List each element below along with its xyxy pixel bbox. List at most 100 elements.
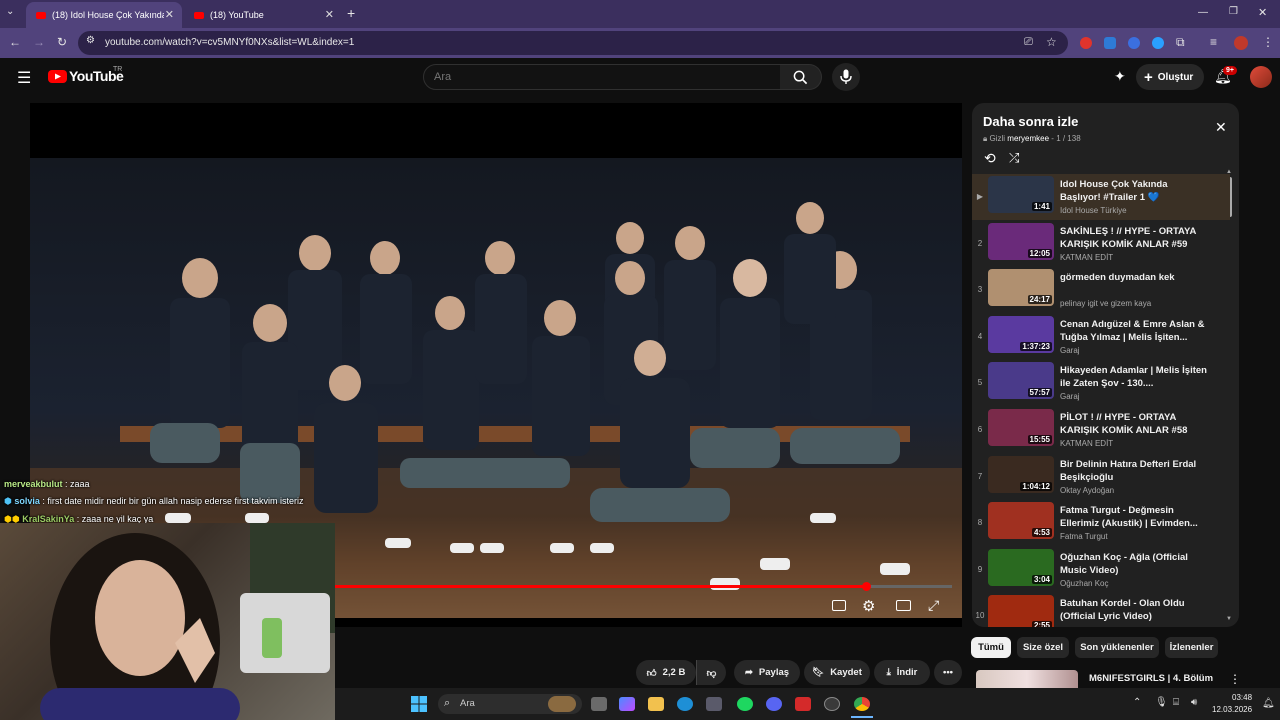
share-button[interactable]: ➦ Paylaş [734, 660, 800, 685]
extension-icon[interactable] [1128, 37, 1140, 49]
progress-scrubber[interactable] [861, 582, 871, 591]
playlist-item[interactable]: 8 4:53 Fatma Turgut - Değmesin Ellerimiz (… [972, 500, 1230, 546]
minimize-icon[interactable]: — [1198, 7, 1208, 18]
search-button[interactable] [780, 64, 822, 90]
store-icon[interactable] [706, 697, 722, 711]
playlist-title[interactable]: Daha sonra izle [983, 114, 1078, 129]
chip-for-you[interactable]: Size özel [1017, 637, 1069, 658]
search-box[interactable] [423, 64, 781, 90]
loop-icon[interactable]: ⟲ [984, 150, 996, 167]
notification-center-icon[interactable]: 🔔︎ [1262, 698, 1275, 709]
file-explorer-icon[interactable] [648, 697, 664, 711]
playlist-item-thumbnail[interactable]: 2:55 [988, 595, 1054, 627]
tab-idol-house[interactable]: (18) Idol House Çok Yakında Ba ✕ [26, 2, 182, 28]
playlist-item-channel[interactable]: Garaj [1060, 346, 1080, 355]
back-icon[interactable]: ← [9, 35, 21, 49]
playlist-item-thumbnail[interactable]: 12:05 [988, 222, 1054, 260]
clock-date[interactable]: 12.03.2026 [1212, 705, 1252, 714]
close-playlist-icon[interactable]: ✕ [1215, 119, 1227, 136]
playlist-item-thumbnail[interactable]: 1:37:23 [988, 315, 1054, 353]
recommendation-menu-icon[interactable]: ⋮ [1229, 672, 1241, 686]
close-tab-icon[interactable]: ✕ [165, 8, 174, 21]
playlist-item-thumbnail[interactable]: 15:55 [988, 409, 1054, 446]
shuffle-icon[interactable]: ⤮ [1009, 150, 1019, 166]
playlist-item-channel[interactable]: Oktay Aydoğan [1060, 486, 1114, 495]
playlist-item-title[interactable]: Hikayeden Adamlar | Melis İşiten ile Zat… [1060, 364, 1210, 390]
youtube-logo-icon[interactable] [48, 70, 67, 83]
reload-icon[interactable]: ↻ [57, 35, 67, 49]
obs-icon[interactable] [824, 697, 840, 711]
miniplayer-icon[interactable] [896, 600, 911, 611]
hamburger-menu-icon[interactable]: ☰ [17, 68, 31, 88]
playlist-item[interactable]: 2 12:05 SAKİNLEŞ ! // HYPE - ORTAYA KARIŞI… [972, 221, 1230, 267]
volume-icon[interactable]: 🔊︎ [1191, 697, 1197, 708]
dislike-button[interactable]: 👎︎ [696, 660, 726, 685]
playlist-item[interactable]: ▶ 1:41 Idol House Çok Yakında Başlıyor! #T… [972, 174, 1230, 220]
taskbar-search[interactable]: ⌕ Ara [438, 694, 582, 714]
copilot-icon[interactable] [619, 697, 635, 711]
network-icon[interactable]: ⌸ [1173, 697, 1179, 708]
site-info-icon[interactable]: ⚙ [86, 35, 95, 46]
save-button[interactable]: 🔖︎ Kaydet [804, 660, 870, 685]
subtitles-icon[interactable] [832, 600, 846, 611]
playlist-item-title[interactable]: Cenan Adıgüzel & Emre Aslan & Tuğba Yılm… [1060, 318, 1210, 344]
browser-menu-icon[interactable]: ⋮ [1262, 35, 1274, 49]
chip-watched[interactable]: İzlenenler [1165, 637, 1218, 658]
playlist-item-channel[interactable]: KATMAN EDİT [1060, 439, 1113, 448]
playlist-item[interactable]: 10 2:55 Batuhan Kordel - Olan Oldu (Offici… [972, 593, 1230, 627]
playlist-item[interactable]: 3 24:17 görmeden duymadan kek pelinay igit … [972, 267, 1230, 313]
playlist-item-thumbnail[interactable]: 3:04 [988, 548, 1054, 586]
close-window-icon[interactable]: ✕ [1258, 6, 1267, 19]
restore-icon[interactable]: ❐ [1229, 6, 1238, 17]
search-input[interactable] [434, 69, 764, 85]
playlist-item-channel[interactable]: Idol House Türkiye [1060, 206, 1127, 215]
extensions-puzzle-icon[interactable]: ⧉ [1176, 35, 1185, 50]
playlist-item-channel[interactable]: Oğuzhan Koç [1060, 579, 1108, 588]
user-avatar[interactable] [1250, 66, 1272, 88]
install-app-icon[interactable]: ⎚ [1024, 36, 1033, 49]
new-tab-button[interactable]: + [347, 5, 355, 21]
playlist-item-thumbnail[interactable]: 1:41 [988, 176, 1054, 213]
playlist-item-thumbnail[interactable]: 57:57 [988, 362, 1054, 400]
task-view-icon[interactable] [591, 697, 607, 711]
profile-avatar[interactable] [1234, 36, 1248, 50]
microphone-tray-icon[interactable]: 🎙︎ [1155, 697, 1168, 708]
edge-icon[interactable] [677, 697, 693, 711]
clock-time[interactable]: 03:48 [1232, 693, 1252, 702]
media-control-icon[interactable]: ≡ [1210, 35, 1217, 49]
extension-icon[interactable] [1152, 37, 1164, 49]
playlist-item-channel[interactable]: Garaj [1060, 392, 1080, 401]
playlist-item-thumbnail[interactable]: 1:04:12 [988, 455, 1054, 493]
chip-all[interactable]: Tümü [971, 637, 1011, 658]
fullscreen-icon[interactable]: ⤢ [928, 597, 939, 614]
playlist-item-thumbnail[interactable]: 24:17 [988, 269, 1054, 307]
playlist-item[interactable]: 7 1:04:12 Bir Delinin Hatıra Defteri Erdal… [972, 454, 1230, 500]
more-actions-button[interactable]: ••• [934, 660, 962, 685]
playlist-owner[interactable]: meryemkee [1007, 134, 1049, 143]
tab-search-chevron-icon[interactable]: ⌄ [6, 6, 14, 17]
extension-icon[interactable] [1080, 37, 1092, 49]
create-button[interactable]: + Oluştur [1136, 64, 1204, 90]
start-windows-icon[interactable] [411, 696, 427, 712]
playlist-item[interactable]: 9 3:04 Oğuzhan Koç - Ağla (Official Music … [972, 547, 1230, 593]
chrome-icon[interactable] [854, 697, 870, 711]
playlist-item[interactable]: 4 1:37:23 Cenan Adıgüzel & Emre Aslan & Tu… [972, 314, 1230, 360]
playlist-item-title[interactable]: görmeden duymadan kek [1060, 271, 1210, 284]
playlist-item-title[interactable]: Fatma Turgut - Değmesin Ellerimiz (Akust… [1060, 504, 1210, 530]
bookmark-star-icon[interactable]: ☆ [1046, 35, 1057, 49]
playlist-item[interactable]: 5 57:57 Hikayeden Adamlar | Melis İşiten i… [972, 360, 1230, 406]
playlist-item-channel[interactable]: Fatma Turgut [1060, 532, 1108, 541]
app-icon[interactable] [795, 697, 811, 711]
discord-icon[interactable] [766, 697, 782, 711]
ai-sparkle-icon[interactable]: ✦ [1114, 68, 1126, 85]
playlist-item-title[interactable]: SAKİNLEŞ ! // HYPE - ORTAYA KARIŞIK KOMİ… [1060, 225, 1210, 251]
like-button[interactable]: 👍︎ 2,2 B [636, 660, 696, 685]
playlist-item-title[interactable]: Oğuzhan Koç - Ağla (Official Music Video… [1060, 551, 1210, 577]
download-button[interactable]: ⤓ İndir [874, 660, 930, 685]
spotify-icon[interactable] [737, 697, 753, 711]
voice-search-button[interactable] [832, 63, 860, 91]
recommendation-title[interactable]: M6NIFESTGIRLS | 4. Bölüm [1089, 673, 1213, 684]
close-tab-icon[interactable]: ✕ [325, 8, 334, 21]
url-text[interactable]: youtube.com/watch?v=cv5MNYf0NXs&list=WL&… [105, 37, 354, 48]
playlist-item-channel[interactable]: pelinay igit ve gizem kaya [1060, 299, 1151, 308]
